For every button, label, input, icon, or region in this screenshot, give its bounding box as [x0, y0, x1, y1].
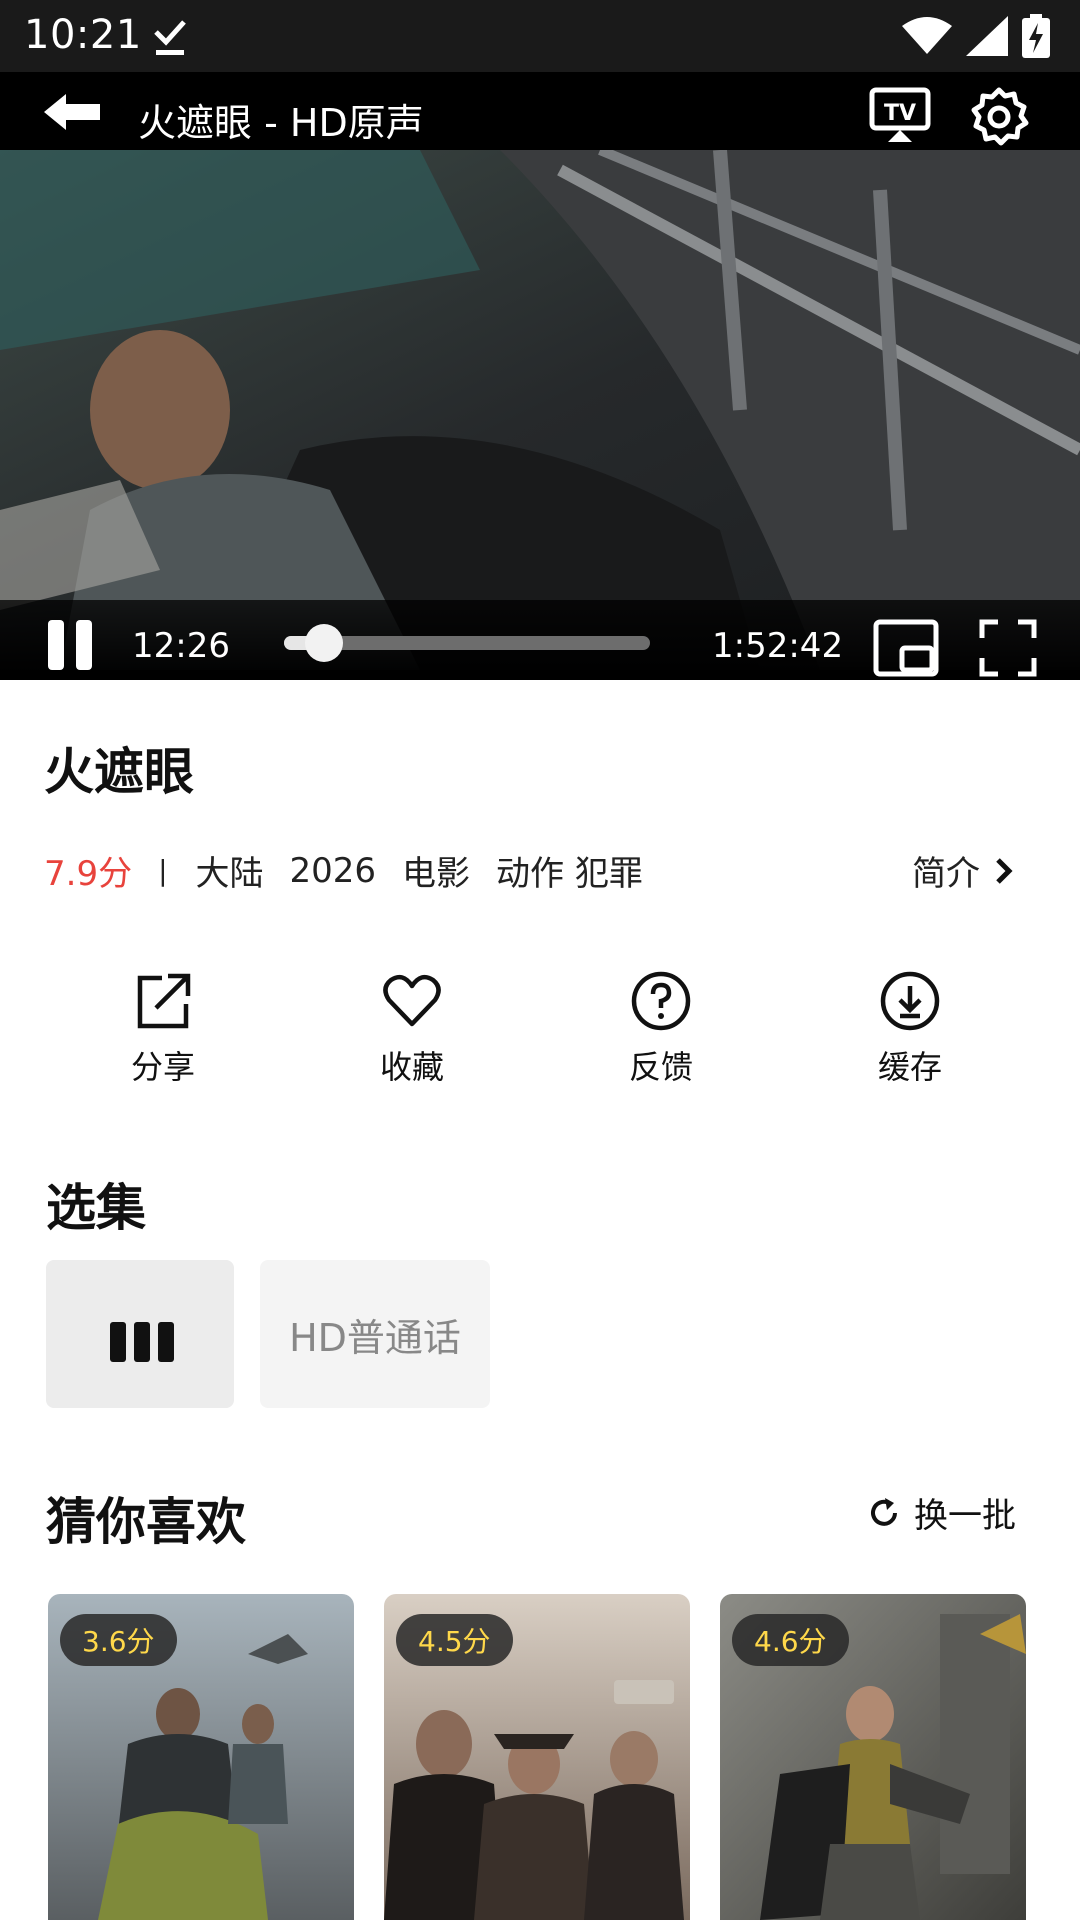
- status-bar: 10:21: [0, 0, 1080, 72]
- movie-title: 火遮眼: [44, 743, 194, 801]
- player-controls: 12:26 1:52:42: [0, 600, 1080, 680]
- progress-thumb[interactable]: [305, 624, 344, 662]
- player-top-bar: 火遮眼 - HD原声 TV: [0, 72, 1080, 150]
- refresh-label: 换一批: [914, 1496, 1016, 1536]
- episode-item[interactable]: HD普通话: [260, 1260, 490, 1408]
- favorite-label: 收藏: [379, 1048, 444, 1086]
- share-button[interactable]: 分享: [83, 970, 243, 1088]
- favorite-button[interactable]: 收藏: [332, 970, 492, 1088]
- intro-label: 简介: [912, 854, 980, 894]
- refresh-button[interactable]: 换一批: [868, 1488, 1016, 1537]
- action-row: 分享 收藏 反馈 缓存: [0, 970, 1080, 1090]
- cache-button[interactable]: 缓存: [830, 970, 990, 1088]
- total-time: 1:52:42: [712, 626, 844, 666]
- progress-bar[interactable]: [284, 624, 650, 662]
- wifi-icon: [902, 17, 952, 54]
- share-icon: [137, 973, 191, 1029]
- intro-link[interactable]: 简介: [912, 846, 1014, 895]
- recommend-card[interactable]: 4.6分: [720, 1594, 1026, 1920]
- equalizer-bar: [158, 1322, 174, 1362]
- episode-playing-indicator[interactable]: [46, 1260, 234, 1408]
- gear-icon[interactable]: [968, 86, 1030, 148]
- meta-separator: |: [158, 854, 168, 887]
- movie-type: 电影: [402, 854, 471, 894]
- share-label: 分享: [130, 1048, 195, 1086]
- pip-icon[interactable]: [872, 618, 940, 678]
- player-title: 火遮眼 - HD原声: [138, 101, 424, 145]
- recommend-title: 猜你喜欢: [46, 1493, 246, 1551]
- refresh-icon: [871, 1497, 897, 1526]
- equalizer-bar: [110, 1322, 126, 1362]
- movie-region: 大陆: [195, 854, 264, 894]
- tv-cast-icon[interactable]: TV: [868, 86, 932, 142]
- current-time: 12:26: [132, 626, 230, 666]
- card-score-badge: 4.5分: [396, 1614, 513, 1666]
- recommend-card[interactable]: 4.5分: [384, 1594, 690, 1920]
- chevron-right-icon: [996, 857, 1013, 884]
- feedback-label: 反馈: [628, 1048, 693, 1086]
- recommend-card[interactable]: 3.6分: [48, 1594, 354, 1920]
- video-player[interactable]: 火遮眼 - HD原声 TV 12:26 1:52:42: [0, 72, 1080, 680]
- heart-icon: [383, 974, 441, 1027]
- movie-genres: 动作 犯罪: [496, 854, 643, 894]
- card-score-badge: 3.6分: [60, 1614, 177, 1666]
- movie-year: 2026: [289, 850, 377, 891]
- cache-label: 缓存: [877, 1048, 942, 1086]
- signal-icon: [966, 16, 1008, 56]
- battery-charging-icon: [1022, 14, 1050, 58]
- equalizer-bar: [134, 1322, 150, 1362]
- back-arrow-icon[interactable]: [40, 88, 104, 136]
- video-frame: [0, 150, 1080, 670]
- help-circle-icon: [631, 971, 691, 1031]
- fullscreen-icon[interactable]: [978, 618, 1038, 678]
- system-icons: [902, 14, 1050, 58]
- feedback-button[interactable]: 反馈: [581, 970, 741, 1088]
- episodes-title: 选集: [46, 1179, 146, 1237]
- card-score-badge: 4.6分: [732, 1614, 849, 1666]
- status-time: 10:21: [24, 12, 142, 58]
- svg-text:TV: TV: [884, 101, 916, 126]
- movie-score: 7.9分: [44, 854, 133, 894]
- pause-icon[interactable]: [48, 620, 96, 676]
- movie-meta: 7.9分 | 大陆 2026 电影 动作 犯罪: [44, 846, 669, 895]
- download-done-icon: [154, 20, 186, 55]
- download-circle-icon: [880, 971, 940, 1031]
